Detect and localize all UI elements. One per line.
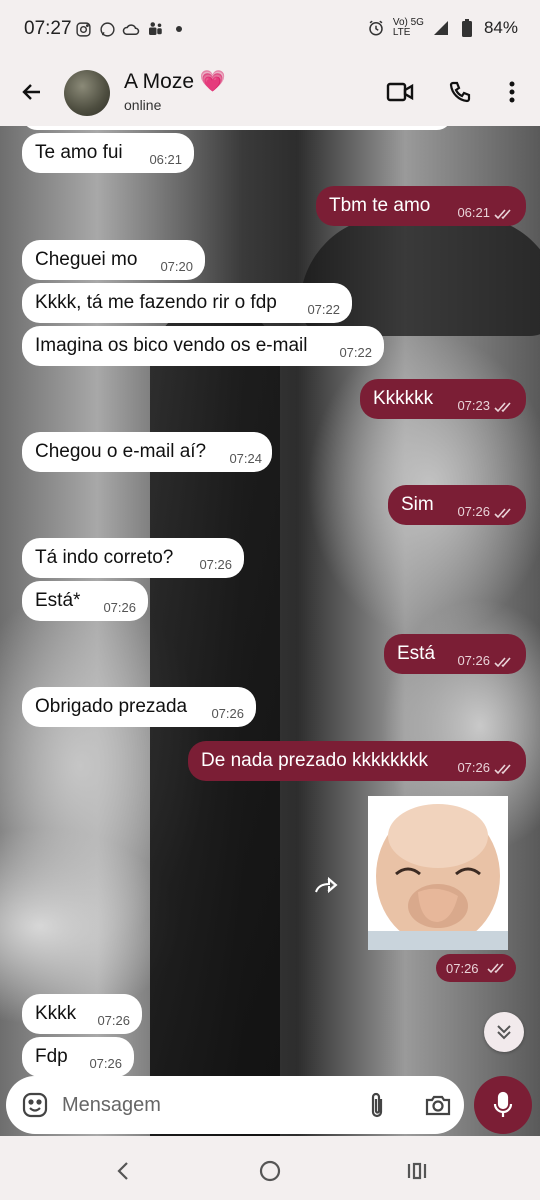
teams-icon: [146, 20, 164, 38]
voice-message-button[interactable]: [474, 1076, 532, 1134]
message-bubble-outgoing[interactable]: Está 07:26: [384, 634, 526, 674]
chat-area[interactable]: Te amo fui 06:21 Tbm te amo 06:21 Chegue…: [0, 126, 540, 1136]
more-options-button[interactable]: [494, 74, 530, 110]
whatsapp-icon: [98, 20, 116, 38]
nav-home-icon: [259, 1160, 281, 1182]
double-check-icon: [486, 963, 504, 974]
message-bubble-outgoing[interactable]: Sim 07:26: [388, 485, 526, 525]
message-bubble-outgoing[interactable]: De nada prezado kkkkkkkk 07:26: [188, 741, 526, 781]
message-bubble-incoming[interactable]: Chegou o e-mail aí? 07:24: [22, 432, 272, 472]
double-check-icon: [494, 508, 511, 519]
message-bubble-incoming[interactable]: Cheguei mo 07:20: [22, 240, 205, 280]
alarm-icon: [367, 19, 385, 37]
message-bubble-incoming[interactable]: Kkkk 07:26: [22, 994, 142, 1034]
nav-recents-icon: [407, 1162, 427, 1180]
phone-icon: [449, 81, 471, 103]
camera-icon: [425, 1095, 451, 1116]
attach-icon: [371, 1092, 383, 1118]
message-bubble-outgoing[interactable]: Kkkkkk 07:23: [360, 379, 526, 419]
sticker-message[interactable]: [368, 796, 508, 950]
attach-button[interactable]: [362, 1090, 392, 1120]
laughing-baby-sticker: [368, 796, 508, 950]
more-vert-icon: [509, 81, 515, 103]
forward-icon: [315, 876, 338, 894]
message-bubble-incoming[interactable]: Está* 07:26: [22, 581, 148, 621]
contact-status: online: [124, 97, 162, 113]
scroll-to-bottom-button[interactable]: [484, 1012, 524, 1052]
battery-level: 84%: [483, 18, 518, 37]
avatar[interactable]: [64, 70, 110, 116]
contact-name[interactable]: A Moze 💗: [124, 70, 226, 94]
message-bubble-incoming[interactable]: Imagina os bico vendo os e-mail 07:22: [22, 326, 384, 366]
message-bubble-outgoing[interactable]: Tbm te amo 06:21: [316, 186, 526, 226]
nav-back-icon: [117, 1162, 128, 1180]
mic-icon: [493, 1091, 513, 1117]
message-bubble-incoming[interactable]: Kkkk, tá me fazendo rir o fdp 07:22: [22, 283, 352, 323]
forward-button[interactable]: [310, 868, 344, 902]
nav-home-button[interactable]: [255, 1156, 285, 1186]
chat-header: A Moze 💗 online: [0, 60, 540, 126]
status-bar: 07:27 Vo) 5G LTE 84%: [0, 0, 540, 60]
double-check-icon: [494, 764, 511, 775]
instagram-icon: [74, 20, 92, 38]
video-call-icon: [386, 82, 414, 102]
voice-call-button[interactable]: [442, 74, 478, 110]
camera-button[interactable]: [422, 1090, 454, 1120]
signal-icon: [432, 19, 450, 37]
sticker-timestamp: 07:26: [436, 954, 516, 982]
video-call-button[interactable]: [382, 74, 418, 110]
message-composer: [6, 1076, 464, 1134]
status-time: 07:27: [24, 18, 72, 39]
double-check-icon: [494, 657, 511, 668]
double-check-icon: [494, 209, 511, 220]
emoji-button[interactable]: [20, 1090, 50, 1120]
message-bubble-incoming[interactable]: Obrigado prezada 07:26: [22, 687, 256, 727]
message-bubble-incoming[interactable]: Fdp 07:26: [22, 1037, 134, 1077]
back-arrow-icon: [22, 84, 40, 100]
message-bubble-incoming[interactable]: Te amo fui 06:21: [22, 133, 194, 173]
message-bubble-incoming[interactable]: Tá indo correto? 07:26: [22, 538, 244, 578]
network-label-bottom: LTE: [392, 27, 411, 38]
nav-back-button[interactable]: [108, 1156, 138, 1186]
cloud-icon: [122, 20, 140, 38]
chevron-double-down-icon: [497, 1025, 511, 1040]
double-check-icon: [494, 402, 511, 413]
notification-dot-icon: [170, 20, 188, 38]
nav-recents-button[interactable]: [402, 1156, 432, 1186]
message-input[interactable]: [62, 1084, 352, 1126]
back-button[interactable]: [14, 74, 50, 110]
system-nav-bar: [0, 1140, 540, 1200]
message-bubble-partial: [22, 126, 452, 130]
battery-icon: [458, 19, 476, 37]
emoji-icon: [22, 1092, 48, 1118]
